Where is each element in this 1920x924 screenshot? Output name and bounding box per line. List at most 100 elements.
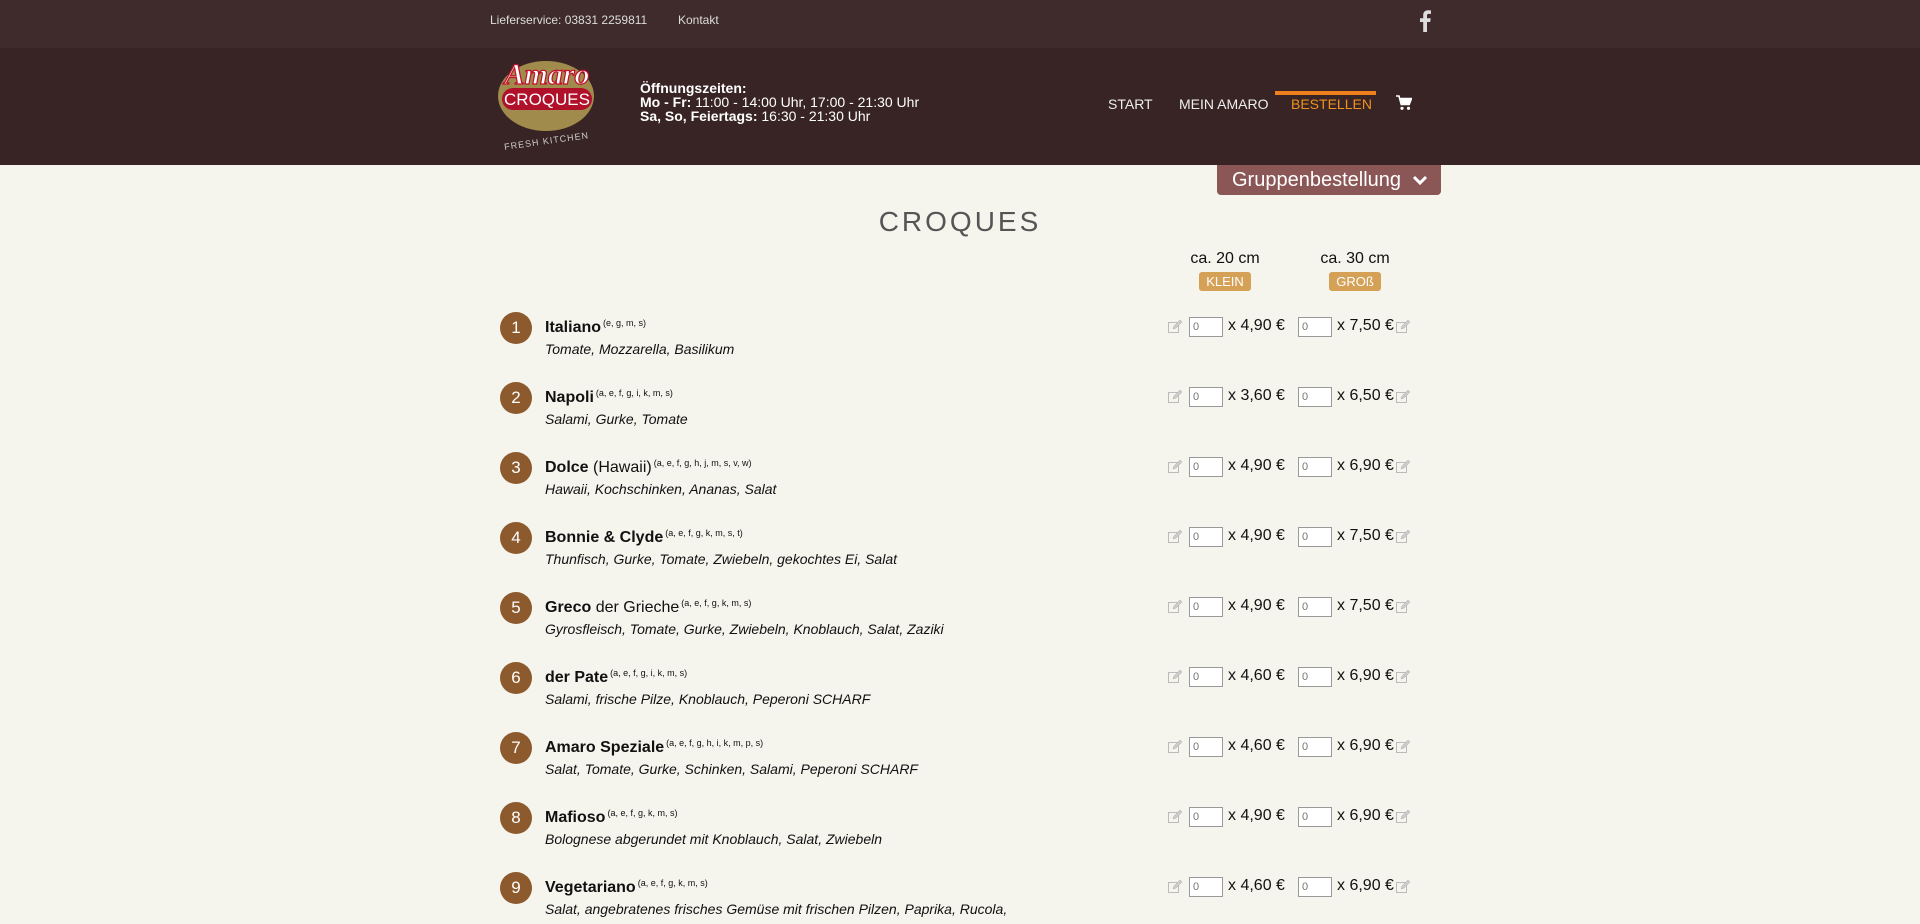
qty-large-input[interactable] [1298,597,1332,617]
qty-large-input[interactable] [1298,317,1332,337]
edit-note-icon[interactable] [1168,670,1182,684]
item-name: Mafioso (a, e, f, g, k, m, s) [545,808,677,827]
hours-weekend-label: Sa, So, Feiertags: [640,108,758,124]
top-bar: Lieferservice: 03831 2259811 Kontakt [0,0,1920,48]
size-header-small: ca. 20 cm KLEIN [1170,250,1280,291]
qty-small-input[interactable] [1189,527,1223,547]
qty-large-input[interactable] [1298,807,1332,827]
size-small-badge: KLEIN [1199,272,1251,291]
amaro-logo[interactable]: Amaro CROQUES FRESH KITCHEN [480,58,616,150]
price-large: x 6,90 € [1337,737,1394,754]
qty-large-input[interactable] [1298,527,1332,547]
facebook-icon[interactable] [1418,10,1432,32]
price-small: x 4,60 € [1228,667,1285,684]
item-number: 5 [500,592,532,624]
qty-small-input[interactable] [1189,877,1223,897]
item-description: Thunfisch, Gurke, Tomate, Zwiebeln, geko… [545,551,897,567]
qty-large-input[interactable] [1298,387,1332,407]
qty-large-input[interactable] [1298,457,1332,477]
price-large: x 6,90 € [1337,807,1394,824]
item-allergens: (a, e, f, g, i, k, m, s) [610,668,688,678]
price-small: x 4,60 € [1228,877,1285,894]
item-name: Vegetariano (a, e, f, g, k, m, s) [545,878,708,897]
svg-text:Amaro: Amaro [502,58,589,91]
price-small: x 4,90 € [1228,317,1285,334]
price-small: x 4,90 € [1228,457,1285,474]
item-number: 8 [500,802,532,834]
edit-note-icon[interactable] [1396,320,1410,334]
item-name: Bonnie & Clyde (a, e, f, g, k, m, s, t) [545,528,743,547]
size-header-large: ca. 30 cm GROß [1300,250,1410,291]
qty-small-input[interactable] [1189,387,1223,407]
nav-active-indicator [1275,91,1376,95]
menu-item: 4 Bonnie & Clyde (a, e, f, g, k, m, s, t)… [500,522,1430,582]
item-description: Hawaii, Kochschinken, Ananas, Salat [545,481,777,497]
edit-note-icon[interactable] [1396,600,1410,614]
item-title: Greco [545,599,592,616]
item-description: Salami, Gurke, Tomate [545,411,688,427]
menu-item: 5 Greco der Grieche (a, e, f, g, k, m, s)… [500,592,1430,652]
price-small: x 4,90 € [1228,807,1285,824]
item-title: Dolce [545,459,589,476]
qty-large-input[interactable] [1298,877,1332,897]
qty-small-input[interactable] [1189,807,1223,827]
item-name: Napoli (a, e, f, g, i, k, m, s) [545,388,673,407]
price-small: x 3,60 € [1228,387,1285,404]
price-large: x 7,50 € [1337,597,1394,614]
edit-note-icon[interactable] [1168,600,1182,614]
edit-note-icon[interactable] [1396,810,1410,824]
hours-weekend-value: 16:30 - 21:30 Uhr [757,108,871,124]
price-small: x 4,90 € [1228,597,1285,614]
edit-note-icon[interactable] [1168,740,1182,754]
item-description: Gyrosfleisch, Tomate, Gurke, Zwiebeln, K… [545,621,944,637]
size-large-badge: GROß [1329,272,1381,291]
edit-note-icon[interactable] [1396,670,1410,684]
item-description: Salami, frische Pilze, Knoblauch, Pepero… [545,691,871,707]
item-title: Mafioso [545,809,606,826]
edit-note-icon[interactable] [1168,460,1182,474]
group-order-label: Gruppenbestellung [1232,169,1402,191]
price-large: x 6,50 € [1337,387,1394,404]
qty-small-input[interactable] [1189,457,1223,477]
item-allergens: (a, e, f, g, k, m, s) [607,808,678,818]
edit-note-icon[interactable] [1396,740,1410,754]
menu-item: 9 Vegetariano (a, e, f, g, k, m, s) Salat… [500,872,1430,924]
contact-link[interactable]: Kontakt [678,13,719,27]
item-subtitle: der Grieche [591,599,680,616]
qty-small-input[interactable] [1189,317,1223,337]
edit-note-icon[interactable] [1396,390,1410,404]
item-number: 9 [500,872,532,904]
delivery-phone-link[interactable]: Lieferservice: 03831 2259811 [490,13,647,27]
menu-item: 2 Napoli (a, e, f, g, i, k, m, s) Salami,… [500,382,1430,442]
nav-mein-amaro[interactable]: MEIN AMARO [1179,96,1268,112]
edit-note-icon[interactable] [1396,530,1410,544]
item-allergens: (a, e, f, g, i, k, m, s) [595,388,673,398]
edit-note-icon[interactable] [1168,880,1182,894]
edit-note-icon[interactable] [1396,880,1410,894]
nav-bestellen[interactable]: BESTELLEN [1291,96,1372,112]
menu-item: 7 Amaro Speziale (a, e, f, g, h, i, k, m,… [500,732,1430,792]
main-header: Amaro CROQUES FRESH KITCHEN Öffnungszeit… [0,48,1920,165]
edit-note-icon[interactable] [1168,390,1182,404]
size-small-label: ca. 20 cm [1190,250,1260,267]
edit-note-icon[interactable] [1168,810,1182,824]
page-title: CROQUES [878,206,1042,237]
item-title: Italiano [545,319,602,336]
qty-small-input[interactable] [1189,597,1223,617]
edit-note-icon[interactable] [1396,460,1410,474]
item-allergens: (a, e, f, g, h, i, k, m, p, s) [666,738,764,748]
qty-large-input[interactable] [1298,667,1332,687]
cart-icon[interactable] [1396,95,1412,111]
qty-small-input[interactable] [1189,667,1223,687]
nav-start[interactable]: START [1108,96,1153,112]
edit-note-icon[interactable] [1168,320,1182,334]
item-title: Amaro Speziale [545,739,665,756]
edit-note-icon[interactable] [1168,530,1182,544]
item-number: 6 [500,662,532,694]
qty-small-input[interactable] [1189,737,1223,757]
item-description: Bolognese abgerundet mit Knoblauch, Sala… [545,831,882,847]
group-order-button[interactable]: Gruppenbestellung [1217,165,1441,195]
menu-item: 3 Dolce (Hawaii) (a, e, f, g, h, j, m, s,… [500,452,1430,512]
item-allergens: (a, e, f, g, k, m, s) [637,878,708,888]
qty-large-input[interactable] [1298,737,1332,757]
